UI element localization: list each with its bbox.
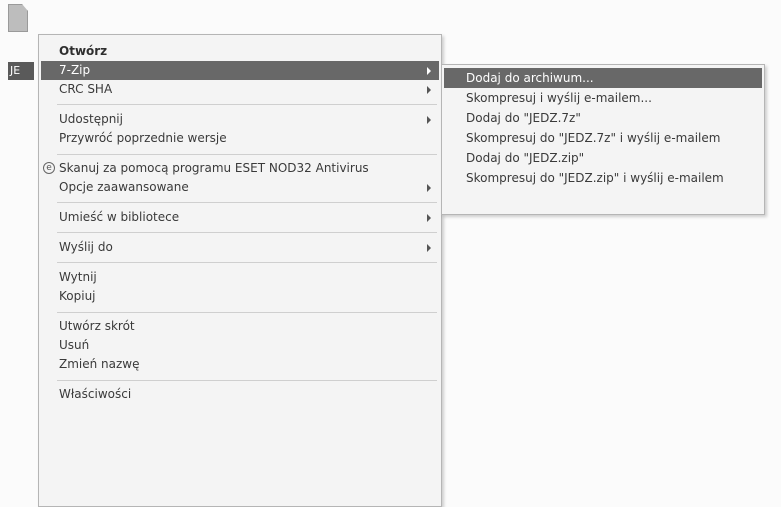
menu-item-rename[interactable]: Zmień nazwę [41,355,439,374]
menu-separator [57,232,437,233]
menu-item-properties[interactable]: Właściwości [41,385,439,404]
submenu-item-compress-to-7z-and-email[interactable]: Skompresuj do "JEDZ.7z" i wyślij e-maile… [444,128,762,148]
submenu-arrow-icon [427,116,431,124]
file-icon[interactable]: JE [2,4,34,80]
submenu-arrow-icon [427,67,431,75]
menu-item-label: Otwórz [59,44,108,58]
submenu-item-label: Dodaj do "JEDZ.zip" [466,151,585,165]
submenu-item-label: Dodaj do "JEDZ.7z" [466,111,581,125]
menu-separator [57,104,437,105]
menu-item-label: Wyślij do [59,240,113,254]
submenu-item-label: Skompresuj do "JEDZ.7z" i wyślij e-maile… [466,131,721,145]
menu-item-delete[interactable]: Usuń [41,336,439,355]
menu-item-share[interactable]: Udostępnij [41,110,439,129]
menu-item-label: Usuń [59,338,90,352]
menu-item-open[interactable]: Otwórz [41,42,439,61]
context-menu: Otwórz 7-Zip CRC SHA Udostępnij Przywróć… [38,34,442,507]
menu-item-eset-scan[interactable]: e Skanuj za pomocą programu ESET NOD32 An… [41,159,439,178]
submenu-arrow-icon [427,184,431,192]
submenu-item-add-to-archive[interactable]: Dodaj do archiwum... [444,68,762,88]
submenu-item-compress-to-zip-and-email[interactable]: Skompresuj do "JEDZ.zip" i wyślij e-mail… [444,168,762,188]
submenu-item-label: Skompresuj do "JEDZ.zip" i wyślij e-mail… [466,171,724,185]
submenu-arrow-icon [427,214,431,222]
menu-separator [57,380,437,381]
menu-item-label: Właściwości [59,387,132,401]
menu-separator [57,154,437,155]
submenu-item-add-to-7z[interactable]: Dodaj do "JEDZ.7z" [444,108,762,128]
menu-item-label: Opcje zaawansowane [59,180,189,194]
desktop: JE Otwórz 7-Zip CRC SHA Udostępnij Przyw… [0,0,781,507]
menu-item-restore-previous-versions[interactable]: Przywróć poprzednie wersje [41,129,439,148]
menu-item-label: Kopiuj [59,289,96,303]
menu-item-label: Przywróć poprzednie wersje [59,131,227,145]
submenu-arrow-icon [427,244,431,252]
menu-item-label: Skanuj za pomocą programu ESET NOD32 Ant… [59,161,369,175]
menu-item-advanced-options[interactable]: Opcje zaawansowane [41,178,439,197]
menu-item-label: 7-Zip [59,63,91,77]
eset-icon: e [43,162,55,174]
menu-separator [57,262,437,263]
menu-item-create-shortcut[interactable]: Utwórz skrót [41,317,439,336]
menu-separator [57,202,437,203]
submenu-item-label: Dodaj do archiwum... [466,71,594,85]
menu-item-crc-sha[interactable]: CRC SHA [41,80,439,99]
menu-item-label: Zmień nazwę [59,357,140,371]
document-icon [8,4,28,32]
submenu-item-add-to-zip[interactable]: Dodaj do "JEDZ.zip" [444,148,762,168]
menu-item-label: Utwórz skrót [59,319,135,333]
menu-item-label: Umieść w bibliotece [59,210,180,224]
submenu-item-compress-and-email[interactable]: Skompresuj i wyślij e-mailem... [444,88,762,108]
menu-item-label: Udostępnij [59,112,123,126]
menu-item-cut[interactable]: Wytnij [41,268,439,287]
menu-item-7zip[interactable]: 7-Zip [41,61,439,80]
menu-item-copy[interactable]: Kopiuj [41,287,439,306]
file-name-label: JE [8,62,34,80]
menu-item-include-in-library[interactable]: Umieść w bibliotece [41,208,439,227]
menu-separator [57,312,437,313]
menu-item-label: Wytnij [59,270,97,284]
7zip-submenu: Dodaj do archiwum... Skompresuj i wyślij… [441,64,765,215]
menu-item-label: CRC SHA [59,82,113,96]
submenu-item-label: Skompresuj i wyślij e-mailem... [466,91,652,105]
menu-item-send-to[interactable]: Wyślij do [41,238,439,257]
submenu-arrow-icon [427,86,431,94]
